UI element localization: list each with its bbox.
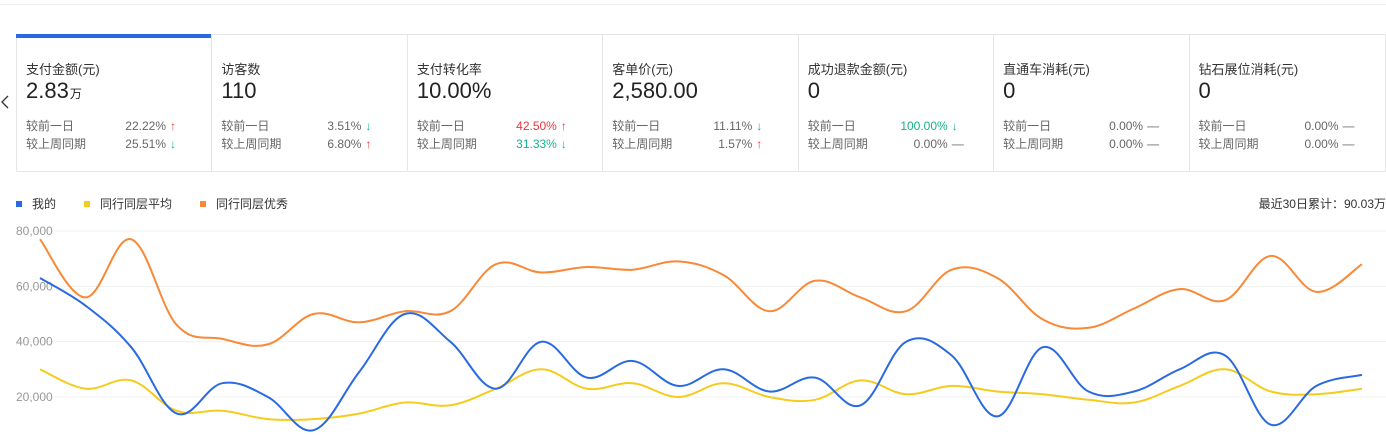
arrow-down-icon: ↓ <box>951 119 958 133</box>
metric-cards: 支付金额(元) 2.83万 较前一日 22.22% ↑ 较上周同期 25.51% ↓ 访… <box>16 34 1386 172</box>
compare-row: 较前一日 100.00% ↓ <box>808 117 988 134</box>
metric-card-diamond-cost[interactable]: 钻石展位消耗(元) 0 较前一日 0.00% — 较上周同期 0.00% — <box>1190 35 1385 171</box>
arrow-up-icon: ↑ <box>560 119 567 133</box>
legend-item-peer-excellent[interactable]: 同行同层优秀 <box>200 195 288 212</box>
legend-item-peer-average[interactable]: 同行同层平均 <box>84 195 172 212</box>
metric-title: 客单价(元) <box>612 62 673 77</box>
metric-title: 支付转化率 <box>416 62 482 77</box>
legend-label: 同行同层优秀 <box>216 197 289 211</box>
metric-title: 访客数 <box>221 62 261 77</box>
chart-legend: 我的 同行同层平均 同行同层优秀 <box>16 195 316 212</box>
dash-icon: — <box>951 137 964 151</box>
metric-value: 0 <box>1198 78 1211 103</box>
compare-row: 较前一日 0.00% — <box>1198 119 1355 133</box>
trend-line-chart: 80,00060,00040,00020,000 <box>16 224 1386 432</box>
compare-row: 较上周同期 6.80% ↑ <box>221 135 401 152</box>
compare-row: 较前一日 0.00% — <box>1003 119 1160 133</box>
compare-row: 较上周同期 31.33% ↓ <box>417 135 597 152</box>
series-line-mine <box>39 277 1363 432</box>
chevron-left-icon[interactable] <box>0 92 10 112</box>
metric-value: 0 <box>1003 78 1016 103</box>
dash-icon: — <box>1342 137 1355 151</box>
compare-row: 较上周同期 1.57% ↑ <box>612 135 792 152</box>
arrow-up-icon: ↑ <box>756 137 763 151</box>
metric-title: 直通车消耗(元) <box>1003 62 1090 77</box>
dash-icon: — <box>1147 119 1160 133</box>
metric-title: 成功退款金额(元) <box>807 62 908 77</box>
arrow-down-icon: ↓ <box>170 137 176 151</box>
compare-row: 较前一日 3.51% ↓ <box>221 117 401 134</box>
metric-card-visitors[interactable]: 访客数 110 较前一日 3.51% ↓ 较上周同期 6.80% ↑ <box>212 35 408 171</box>
series-line-peer-excellent <box>39 238 1363 347</box>
active-indicator <box>16 34 211 38</box>
compare-row: 较前一日 42.50% ↑ <box>417 117 597 134</box>
metric-title: 钻石展位消耗(元) <box>1198 62 1299 77</box>
metric-value: 110 <box>221 78 257 103</box>
metric-value: 2.83万 <box>26 78 82 103</box>
y-tick-label: 20,000 <box>16 390 53 404</box>
arrow-down-icon: ↓ <box>560 137 567 151</box>
compare-row: 较上周同期 25.51% ↓ <box>26 135 206 152</box>
arrow-down-icon: ↓ <box>756 119 763 133</box>
legend-label: 我的 <box>32 197 57 211</box>
metric-value: 2,580.00 <box>612 78 698 103</box>
compare-row: 较上周同期 0.00% — <box>1003 137 1160 151</box>
metric-title: 支付金额(元) <box>26 62 100 77</box>
top-divider <box>0 4 1386 5</box>
legend-item-mine[interactable]: 我的 <box>16 195 56 212</box>
y-tick-label: 40,000 <box>16 335 53 349</box>
dash-icon: — <box>1147 137 1160 151</box>
y-tick-label: 80,000 <box>16 224 53 238</box>
arrow-up-icon: ↑ <box>170 119 176 133</box>
metric-value: 10.00% <box>416 78 492 103</box>
arrow-down-icon: ↓ <box>365 119 372 133</box>
legend-swatch <box>16 200 22 207</box>
metric-card-conversion-rate[interactable]: 支付转化率 10.00% 较前一日 42.50% ↑ 较上周同期 31.33% ↓ <box>408 35 604 171</box>
metric-card-payment-amount[interactable]: 支付金额(元) 2.83万 较前一日 22.22% ↑ 较上周同期 25.51% ↓ <box>16 34 213 171</box>
legend-label: 同行同层平均 <box>100 197 173 211</box>
compare-row: 较前一日 11.11% ↓ <box>612 117 792 134</box>
metric-unit: 万 <box>69 87 82 101</box>
legend-swatch <box>84 200 91 207</box>
compare-row: 较上周同期 0.00% — <box>1198 137 1355 151</box>
metric-value: 0 <box>807 78 820 103</box>
legend-swatch <box>200 200 207 207</box>
arrow-up-icon: ↑ <box>365 137 372 151</box>
compare-row: 较上周同期 0.00% — <box>807 137 964 151</box>
cumulative-summary: 最近30日累计：90.03万 <box>1258 197 1386 211</box>
metric-card-refund-amount[interactable]: 成功退款金额(元) 0 较前一日 100.00% ↓ 较上周同期 0.00% — <box>799 35 995 171</box>
dash-icon: — <box>1342 119 1355 133</box>
metric-card-ztc-cost[interactable]: 直通车消耗(元) 0 较前一日 0.00% — 较上周同期 0.00% — <box>994 35 1190 171</box>
compare-row: 较前一日 22.22% ↑ <box>26 117 206 134</box>
metric-card-avg-order-value[interactable]: 客单价(元) 2,580.00 较前一日 11.11% ↓ 较上周同期 1.57% ↑ <box>603 35 799 171</box>
